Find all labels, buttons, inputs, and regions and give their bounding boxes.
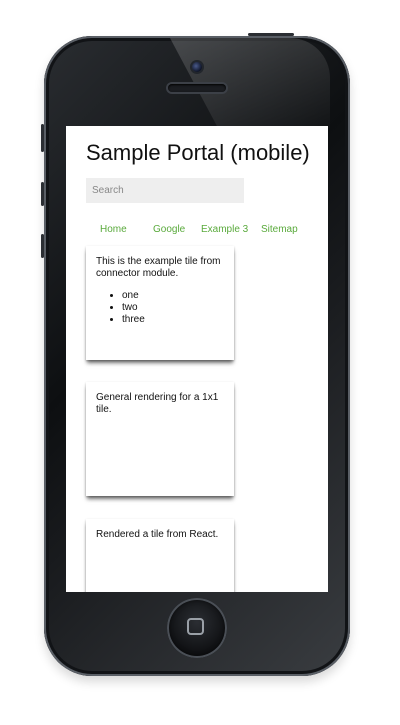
tile-text: Rendered a tile from React. <box>96 529 219 540</box>
page-title: Sample Portal (mobile) <box>86 140 310 165</box>
nav-item-home[interactable]: Home <box>100 224 127 235</box>
nav-item-sitemap[interactable]: Sitemap <box>261 224 298 235</box>
tile-text: General rendering for a 1x1 tile. <box>96 392 219 415</box>
mute-switch <box>41 124 44 152</box>
tile-list: one two three <box>96 290 224 326</box>
volume-up-button <box>41 182 44 206</box>
home-button[interactable] <box>167 598 227 658</box>
volume-down-button <box>41 234 44 258</box>
list-item: one <box>122 290 224 302</box>
nav-item-google[interactable]: Google <box>153 224 185 235</box>
nav-item-example-3[interactable]: Example 3 <box>201 224 248 235</box>
tile-general-rendering[interactable]: General rendering for a 1x1 tile. <box>86 382 234 496</box>
tile-connector-example[interactable]: This is the example tile from connector … <box>86 246 234 360</box>
tile-react[interactable]: Rendered a tile from React. <box>86 519 234 592</box>
speaker-grille <box>168 84 226 92</box>
nav-bar: Home Google Example 3 Sitemap <box>86 224 326 238</box>
stage: Sample Portal (mobile) Home Google Examp… <box>0 0 400 725</box>
list-item: two <box>122 302 224 314</box>
camera-icon <box>192 62 202 72</box>
tile-text: This is the example tile from connector … <box>96 256 221 279</box>
power-button <box>248 33 294 36</box>
phone-screen: Sample Portal (mobile) Home Google Examp… <box>66 126 328 592</box>
search-input[interactable] <box>86 178 244 203</box>
home-square-icon <box>187 618 204 635</box>
list-item: three <box>122 314 224 326</box>
